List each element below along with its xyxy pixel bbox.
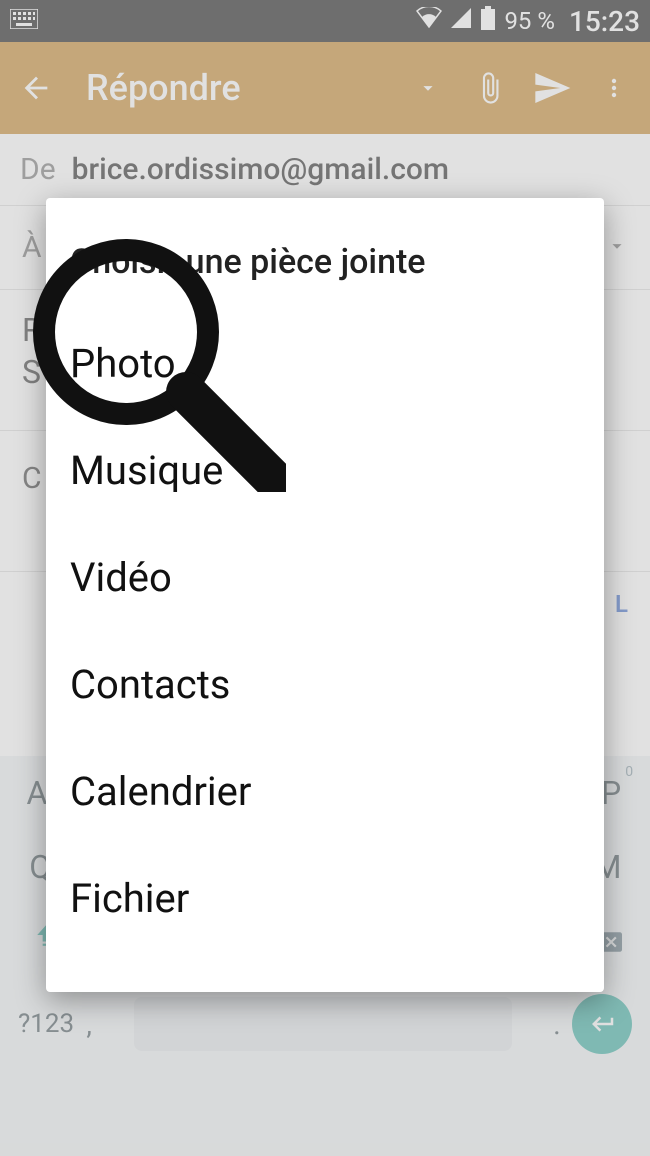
dialog-item-fichier[interactable]: Fichier [46, 845, 604, 952]
dialog-item-photo[interactable]: Photo [46, 310, 604, 417]
dialog-item-contacts[interactable]: Contacts [46, 631, 604, 738]
dialog-item-video[interactable]: Vidéo [46, 524, 604, 631]
dialog-item-calendrier[interactable]: Calendrier [46, 738, 604, 845]
dialog-item-musique[interactable]: Musique [46, 417, 604, 524]
attachment-picker-dialog: Choisir une pièce jointe Photo Musique V… [46, 198, 604, 992]
dialog-title: Choisir une pièce jointe [46, 230, 604, 310]
